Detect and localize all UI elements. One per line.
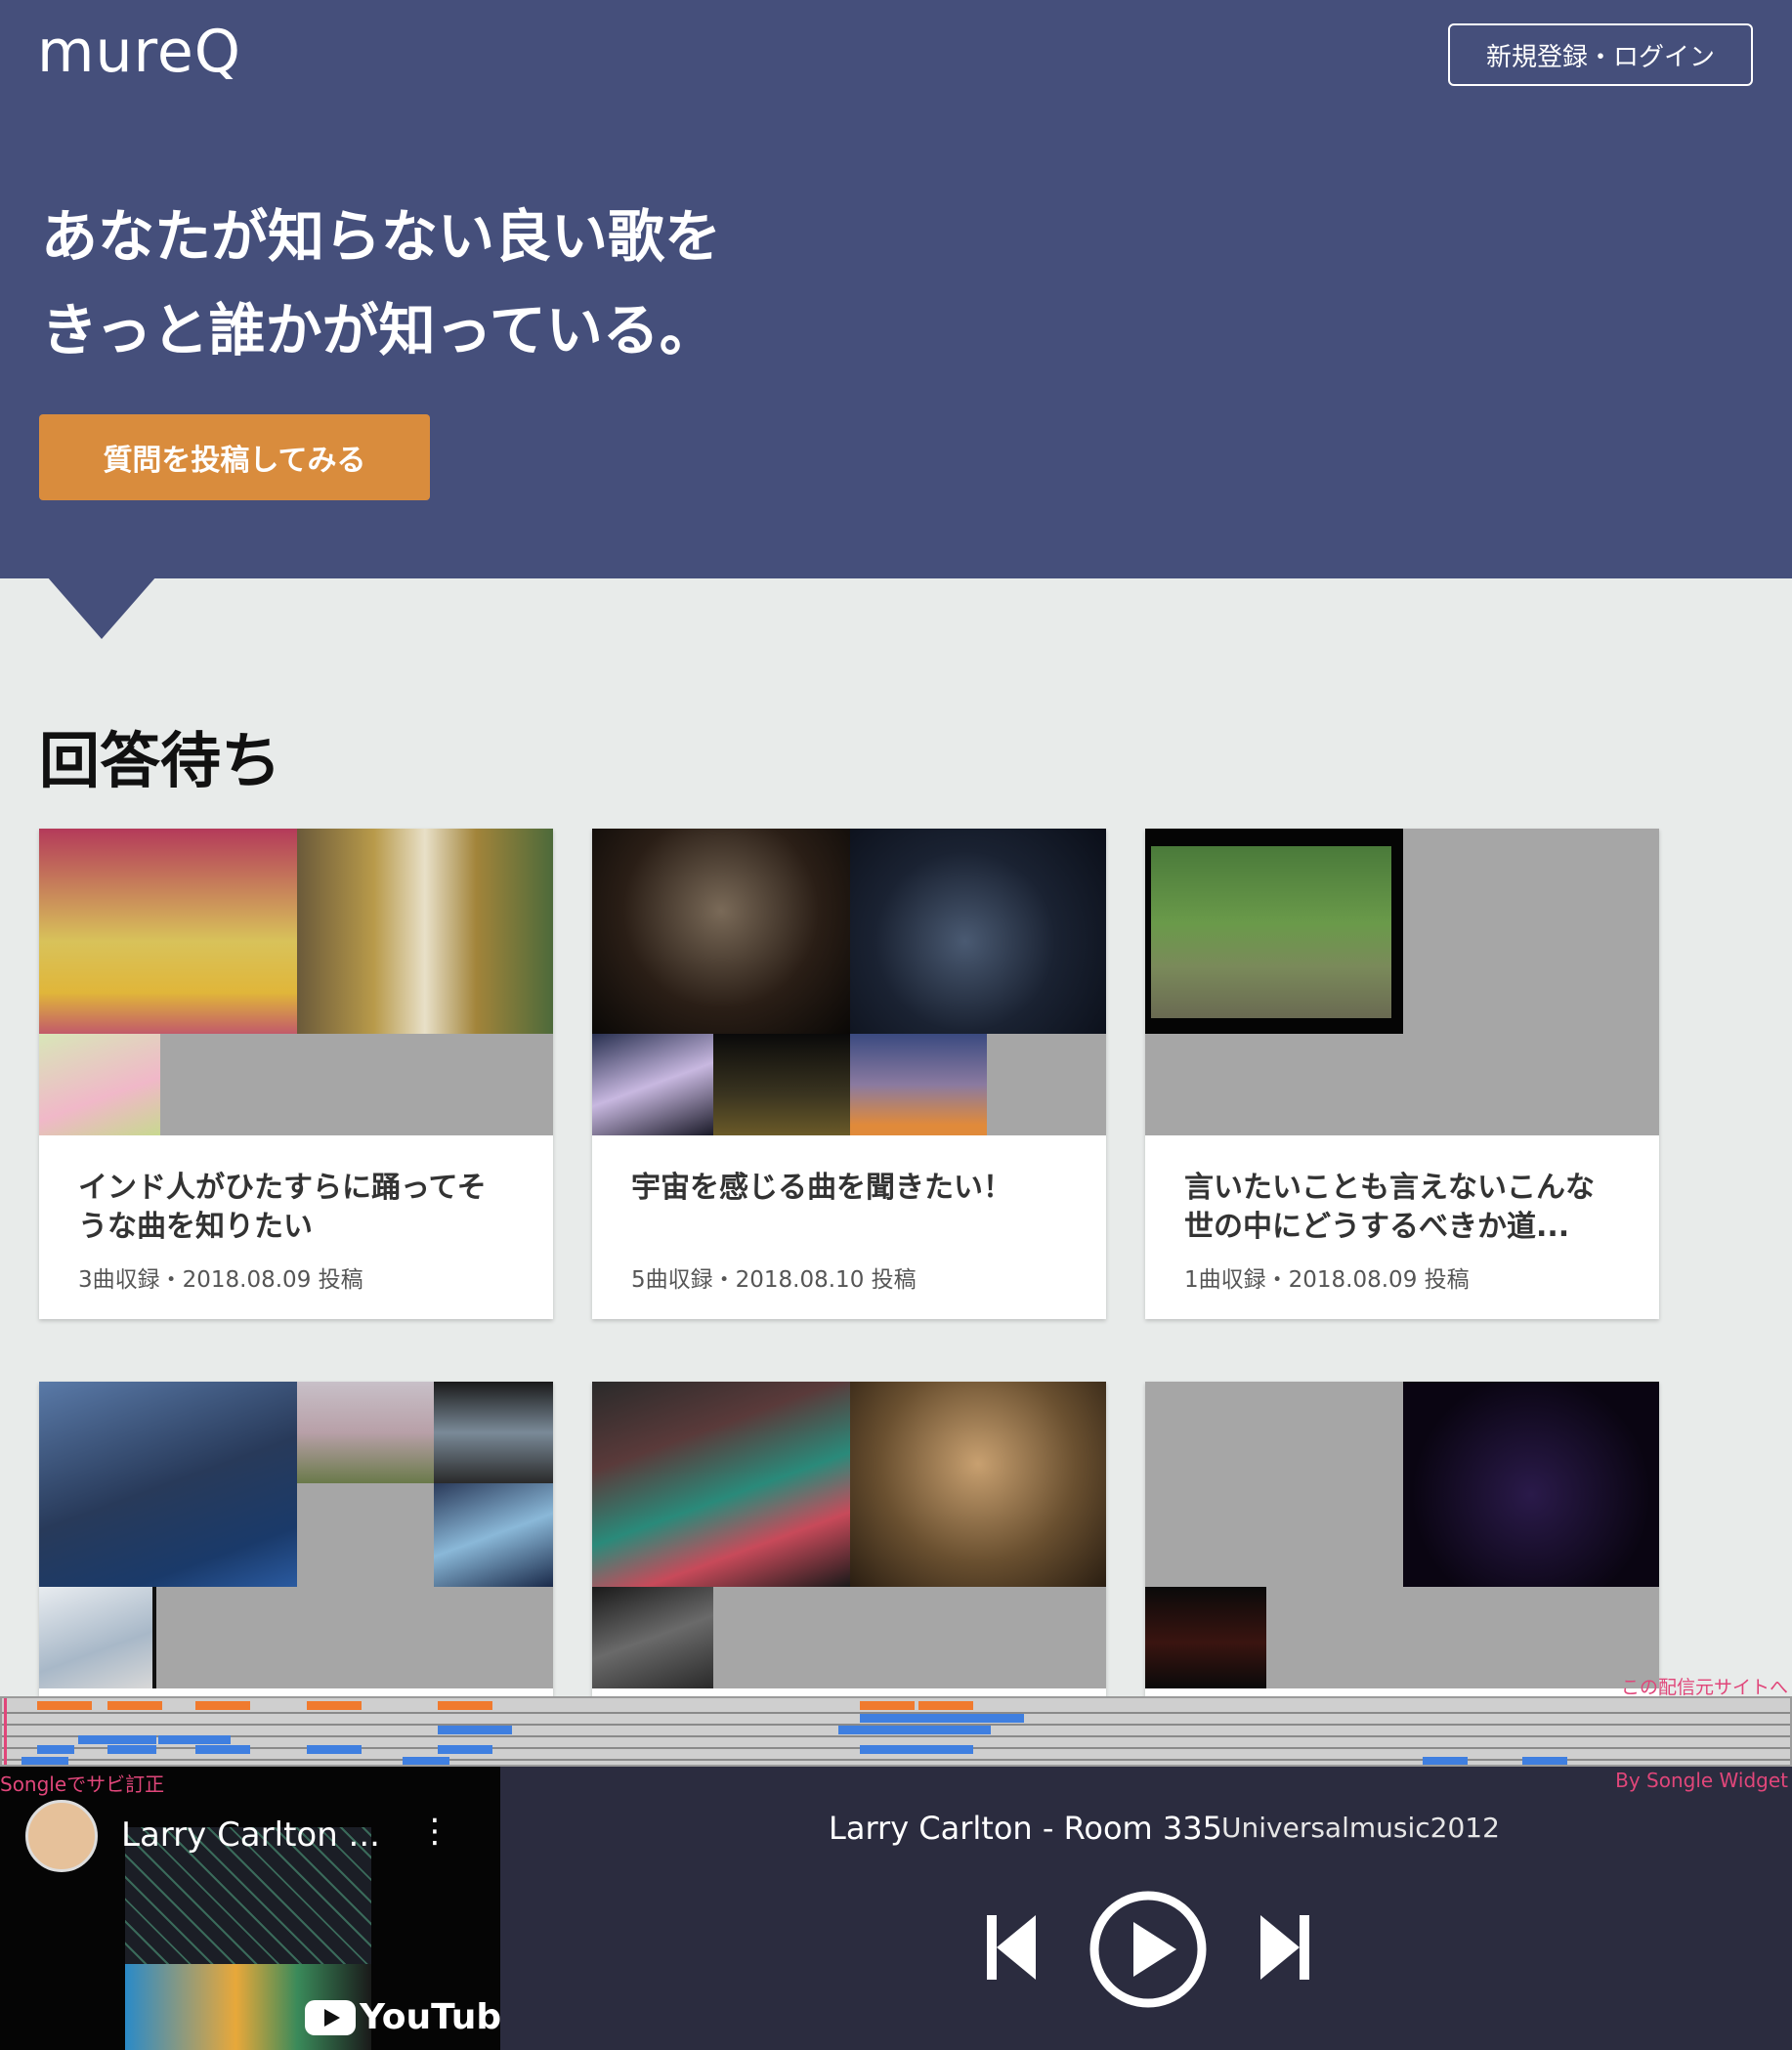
thumb-image xyxy=(592,1382,850,1587)
repeat-segment[interactable] xyxy=(37,1745,74,1754)
chorus-segment[interactable] xyxy=(918,1701,973,1710)
thumb-image xyxy=(297,829,553,1034)
hero-tagline-line2: きっと誰かが知っている。 xyxy=(41,297,716,363)
card-question: 言いたいことも言えないこんな世の中にどうするべきか道... xyxy=(1184,1171,1595,1244)
chorus-segment[interactable] xyxy=(195,1701,250,1710)
songle-timeline[interactable] xyxy=(0,1696,1792,1767)
repeat-segment[interactable] xyxy=(21,1757,68,1765)
card-thumbnail-collage xyxy=(592,1382,1106,1688)
card-meta: 3曲収録・2018.08.09 投稿 xyxy=(78,1267,363,1293)
chorus-segment[interactable] xyxy=(860,1701,915,1710)
hero-notch xyxy=(47,577,156,639)
thumb-image xyxy=(592,1587,713,1688)
repeat-segment[interactable] xyxy=(195,1745,250,1754)
repeat-segment[interactable] xyxy=(438,1745,492,1754)
thumb-image xyxy=(1145,829,1403,1034)
thumb-image xyxy=(39,1587,156,1688)
question-card[interactable]: 言いたいことも言えないこんな世の中にどうするべきか道... 1曲収録・2018.… xyxy=(1145,829,1659,1319)
playback-cursor[interactable] xyxy=(4,1698,7,1765)
songle-source-site-link[interactable]: この配信元サイトへ xyxy=(1621,1673,1788,1699)
chorus-segment[interactable] xyxy=(107,1701,162,1710)
thumb-image xyxy=(713,1034,850,1135)
signup-login-button[interactable]: 新規登録・ログイン xyxy=(1448,23,1753,86)
card-thumbnail-collage xyxy=(1145,829,1659,1135)
thumb-image xyxy=(850,1034,987,1135)
youtube-embed[interactable]: Larry Carlton ... ⋮ YouTube xyxy=(0,1767,500,2050)
thumb-image xyxy=(850,829,1106,1034)
repeat-segment[interactable] xyxy=(307,1745,362,1754)
hero-banner: mureQ 新規登録・ログイン あなたが知らない良い歌を きっと誰かが知っている… xyxy=(0,0,1792,578)
timeline-lane xyxy=(2,1735,1790,1737)
youtube-logo[interactable]: YouTube xyxy=(305,1997,500,2037)
play-circle-icon[interactable] xyxy=(1088,1890,1208,2009)
section-title-awaiting: 回答待ち xyxy=(39,725,282,796)
hero-tagline-line1: あなたが知らない良い歌を xyxy=(41,203,722,270)
repeat-segment[interactable] xyxy=(107,1745,156,1754)
post-question-button[interactable]: 質問を投稿してみる xyxy=(39,414,430,500)
repeat-segment[interactable] xyxy=(158,1735,231,1744)
card-meta: 1曲収録・2018.08.09 投稿 xyxy=(1184,1267,1470,1293)
question-card[interactable]: 宇宙を感じる曲を聞きたい！ 5曲収録・2018.08.10 投稿 xyxy=(592,829,1106,1319)
question-card[interactable]: インド人がひたすらに踊ってそうな曲を知りたい 3曲収録・2018.08.09 投… xyxy=(39,829,553,1319)
repeat-segment[interactable] xyxy=(78,1735,156,1744)
repeat-segment[interactable] xyxy=(1423,1757,1468,1765)
chorus-segment[interactable] xyxy=(438,1701,492,1710)
music-player-bar: Larry Carlton ... ⋮ YouTube Songleでサビ訂正 … xyxy=(0,1767,1792,2050)
repeat-segment[interactable] xyxy=(860,1714,1024,1723)
skip-previous-icon[interactable] xyxy=(987,1915,1036,1980)
thumb-image xyxy=(39,1382,297,1587)
repeat-segment[interactable] xyxy=(403,1757,449,1765)
youtube-play-icon xyxy=(305,1999,356,2035)
card-thumbnail-collage xyxy=(592,829,1106,1135)
repeat-segment[interactable] xyxy=(1522,1757,1567,1765)
repeat-segment[interactable] xyxy=(860,1745,973,1754)
youtube-video-title[interactable]: Larry Carlton ... xyxy=(121,1815,380,1855)
kebab-menu-icon[interactable]: ⋮ xyxy=(418,1812,451,1851)
card-question: 宇宙を感じる曲を聞きたい！ xyxy=(631,1171,1012,1205)
card-thumbnail-collage xyxy=(1145,1382,1659,1688)
chorus-segment[interactable] xyxy=(37,1701,92,1710)
thumb-image xyxy=(850,1382,1106,1587)
thumb-image xyxy=(1145,1587,1266,1688)
songle-chorus-fix-link[interactable]: Songleでサビ訂正 xyxy=(0,1769,164,1797)
thumb-image xyxy=(39,829,297,1034)
repeat-segment[interactable] xyxy=(438,1726,512,1734)
track-title: Larry Carlton - Room 335 xyxy=(829,1810,1222,1847)
thumb-image xyxy=(39,1034,160,1135)
card-thumbnail-collage xyxy=(39,1382,553,1688)
repeat-segment[interactable] xyxy=(838,1726,991,1734)
skip-next-icon[interactable] xyxy=(1260,1915,1309,1980)
thumb-image xyxy=(434,1483,553,1587)
thumb-image xyxy=(1403,1382,1659,1587)
thumb-image xyxy=(592,829,850,1034)
card-thumbnail-collage xyxy=(39,829,553,1135)
thumb-image xyxy=(434,1382,553,1483)
songle-widget-credit[interactable]: By Songle Widget xyxy=(1615,1769,1788,1792)
youtube-brand: YouTube xyxy=(360,1997,500,2037)
hero-tagline: あなたが知らない良い歌を きっと誰かが知っている。 xyxy=(41,190,721,377)
thumb-image xyxy=(592,1034,713,1135)
channel-avatar[interactable] xyxy=(25,1800,98,1872)
card-meta: 5曲収録・2018.08.10 投稿 xyxy=(631,1267,917,1293)
chorus-segment[interactable] xyxy=(307,1701,362,1710)
card-question: インド人がひたすらに踊ってそうな曲を知りたい xyxy=(78,1171,487,1244)
thumb-image xyxy=(297,1382,434,1483)
site-logo[interactable]: mureQ xyxy=(37,18,241,86)
track-channel: Universalmusic2012 xyxy=(1221,1812,1500,1844)
